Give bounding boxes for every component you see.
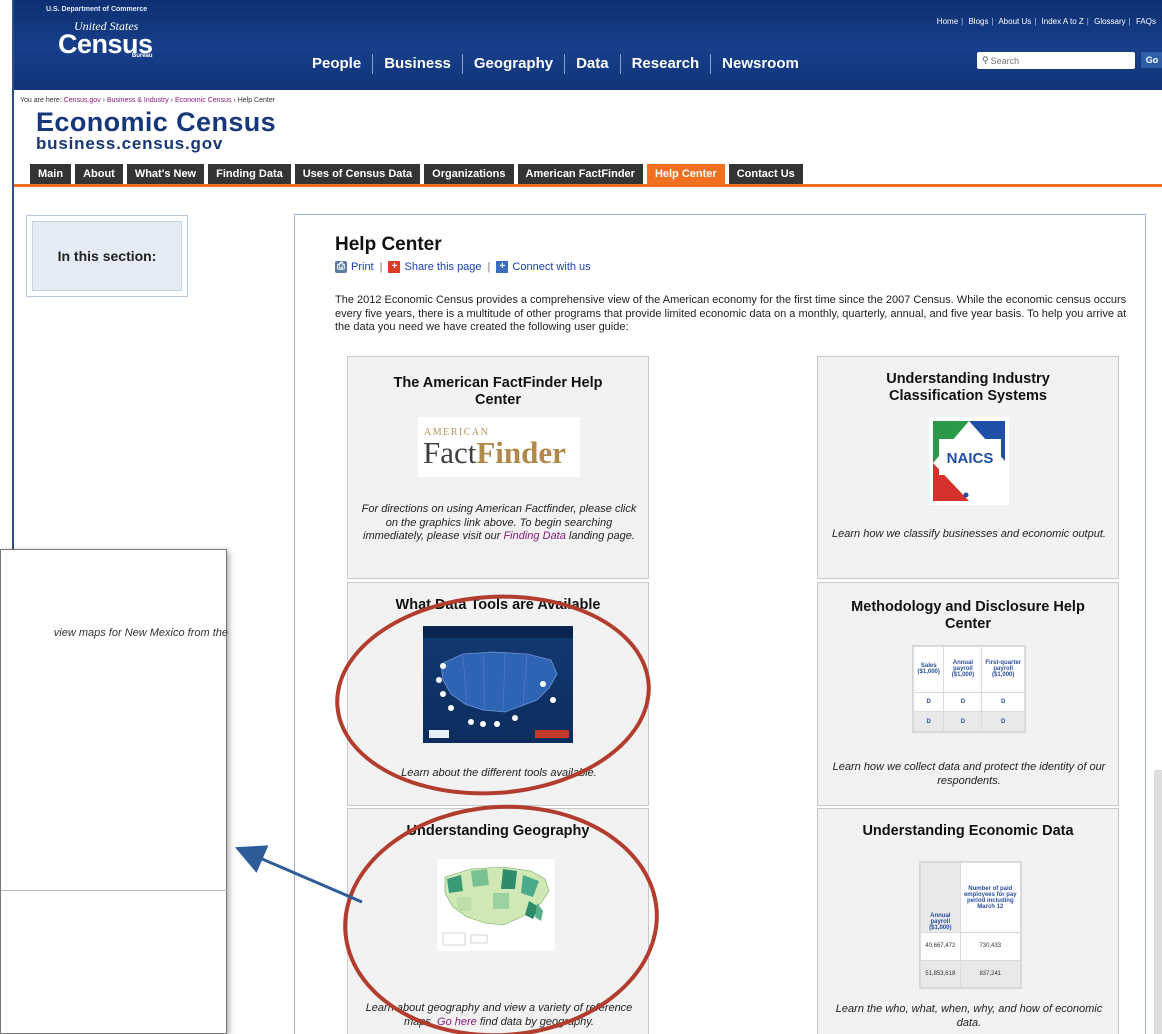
table-cell: 51,853,618 <box>920 959 961 988</box>
table-cell: D <box>912 691 945 713</box>
card-desc-text-end: landing page. <box>565 530 635 542</box>
breadcrumb: You are here: Census.gov › Business & In… <box>20 97 276 104</box>
share-link[interactable]: Share this page <box>404 261 481 273</box>
factfinder-logo[interactable]: AMERICAN FactFinder <box>418 417 580 477</box>
site-title: Economic Census <box>36 107 277 137</box>
tab-main[interactable]: Main <box>30 164 72 184</box>
search-go-button[interactable]: Go <box>1140 51 1162 69</box>
print-link[interactable]: Print <box>351 261 374 273</box>
card-description: For directions on using American Factfin… <box>358 503 640 544</box>
nav-geography[interactable]: Geography <box>463 54 566 74</box>
top-link-about-us[interactable]: About Us <box>998 17 1031 26</box>
tab-american-factfinder[interactable]: American FactFinder <box>517 164 643 184</box>
tab-uses-of-census-data[interactable]: Uses of Census Data <box>294 164 421 184</box>
popup-divider <box>1 890 228 891</box>
table-cell: D <box>981 711 1025 732</box>
print-icon: ⎙ <box>335 261 347 273</box>
breadcrumb-economic-census[interactable]: Economic Census <box>175 97 231 104</box>
scrollbar[interactable] <box>1154 770 1162 1034</box>
table-header: Number of paid employees for pay period … <box>959 862 1022 933</box>
breadcrumb-current: Help Center <box>237 97 276 104</box>
naics-logo[interactable]: NAICS <box>929 417 1009 505</box>
site-title-block: Economic Census business.census.gov <box>36 108 276 152</box>
tab-underline <box>14 184 1162 187</box>
top-link-index[interactable]: Index A to Z <box>1042 17 1084 26</box>
table-header: Annual payroll ($1,000) <box>943 646 983 693</box>
breadcrumb-business-industry[interactable]: Business & Industry <box>107 97 169 104</box>
table-cell: 837,241 <box>959 959 1022 988</box>
breadcrumb-census-gov[interactable]: Census.gov <box>64 97 101 104</box>
zoom-popup: view maps for New Mexico from the <box>0 549 228 1034</box>
nav-business[interactable]: Business <box>373 54 463 74</box>
card-description: Learn how we collect data and protect th… <box>832 761 1106 787</box>
tab-about[interactable]: About <box>75 164 123 184</box>
intro-paragraph: The 2012 Economic Census provides a comp… <box>335 294 1127 333</box>
top-link-faqs[interactable]: FAQs <box>1136 17 1156 26</box>
top-link-home[interactable]: Home <box>937 17 958 26</box>
main-nav: People Business Geography Data Research … <box>301 54 810 74</box>
card-title[interactable]: Understanding Industry Classification Sy… <box>818 371 1118 405</box>
finding-data-link[interactable]: Finding Data <box>503 530 565 542</box>
factfinder-logo-fact: Fact <box>423 435 477 470</box>
site-header: U.S. Department of Commerce Home | Blogs |… <box>14 0 1162 90</box>
tab-whats-new[interactable]: What's New <box>126 164 205 184</box>
section-tabs: Main About What's New Finding Data Uses … <box>30 164 803 184</box>
nav-newsroom[interactable]: Newsroom <box>711 54 810 74</box>
connect-icon: + <box>496 261 509 273</box>
factfinder-logo-finder: Finder <box>476 435 566 470</box>
census-logo[interactable]: United States Census Bureau <box>58 20 153 59</box>
site-subtitle: business.census.gov <box>36 134 224 153</box>
nav-research[interactable]: Research <box>621 54 712 74</box>
table-cell: 730,433 <box>959 932 1022 961</box>
sidebar: In this section: <box>26 215 188 297</box>
department-label: U.S. Department of Commerce <box>46 6 148 13</box>
naics-logo-text: NAICS <box>947 450 994 467</box>
card-description: Learn how we classify businesses and eco… <box>832 528 1106 540</box>
share-bar: ⎙ Print | + Share this page | + Connect … <box>335 261 591 273</box>
table-cell: D <box>943 711 983 732</box>
table-cell: D <box>912 711 945 732</box>
connect-link[interactable]: Connect with us <box>512 261 590 273</box>
tab-organizations[interactable]: Organizations <box>424 164 514 184</box>
popup-text: view maps for New Mexico from the <box>53 627 228 639</box>
table-header: First-quarter payroll ($1,000) <box>981 646 1025 693</box>
table-header: Sales ($1,000) <box>912 646 945 693</box>
card-description: Learn the who, what, when, why, and how … <box>835 1003 1103 1029</box>
table-cell: D <box>943 691 983 713</box>
card-economic-data: Understanding Economic Data Annual payro… <box>817 808 1119 1034</box>
share-icon: + <box>388 261 401 273</box>
card-title[interactable]: Understanding Economic Data <box>818 823 1118 840</box>
factfinder-logo-name: FactFinder <box>423 435 566 471</box>
card-industry-classification: Understanding Industry Classification Sy… <box>817 356 1119 579</box>
nav-people[interactable]: People <box>301 54 374 74</box>
tab-contact-us[interactable]: Contact Us <box>728 164 803 184</box>
table-cell: 40,667,472 <box>920 932 961 961</box>
card-factfinder: The American FactFinder Help Center AMER… <box>347 356 649 579</box>
tab-help-center[interactable]: Help Center <box>646 164 725 184</box>
search-box[interactable]: ⚲ <box>977 52 1135 69</box>
breadcrumb-prefix: You are here: <box>20 97 62 104</box>
card-methodology: Methodology and Disclosure Help Center S… <box>817 582 1119 806</box>
tab-finding-data[interactable]: Finding Data <box>208 164 291 184</box>
search-icon: ⚲ <box>982 55 989 65</box>
top-link-glossary[interactable]: Glossary <box>1094 17 1126 26</box>
table-cell: D <box>981 691 1025 713</box>
card-title[interactable]: Methodology and Disclosure Help Center <box>818 599 1118 633</box>
nav-data[interactable]: Data <box>565 54 621 74</box>
content-panel: Help Center ⎙ Print | + Share this page … <box>294 214 1146 1034</box>
economic-data-table-image[interactable]: Annual payroll ($1,000) Number of paid e… <box>919 861 1022 989</box>
card-title[interactable]: The American FactFinder Help Center <box>348 375 648 409</box>
methodology-table-image[interactable]: Sales ($1,000) Annual payroll ($1,000) F… <box>912 645 1026 733</box>
top-links: Home | Blogs | About Us | Index A to Z | Glo… <box>936 17 1156 26</box>
page-title: Help Center <box>335 234 442 255</box>
top-link-blogs[interactable]: Blogs <box>968 17 988 26</box>
sidebar-heading: In this section: <box>32 221 182 291</box>
table-header: Annual payroll ($1,000) <box>920 862 961 933</box>
search-input[interactable] <box>990 55 1101 66</box>
